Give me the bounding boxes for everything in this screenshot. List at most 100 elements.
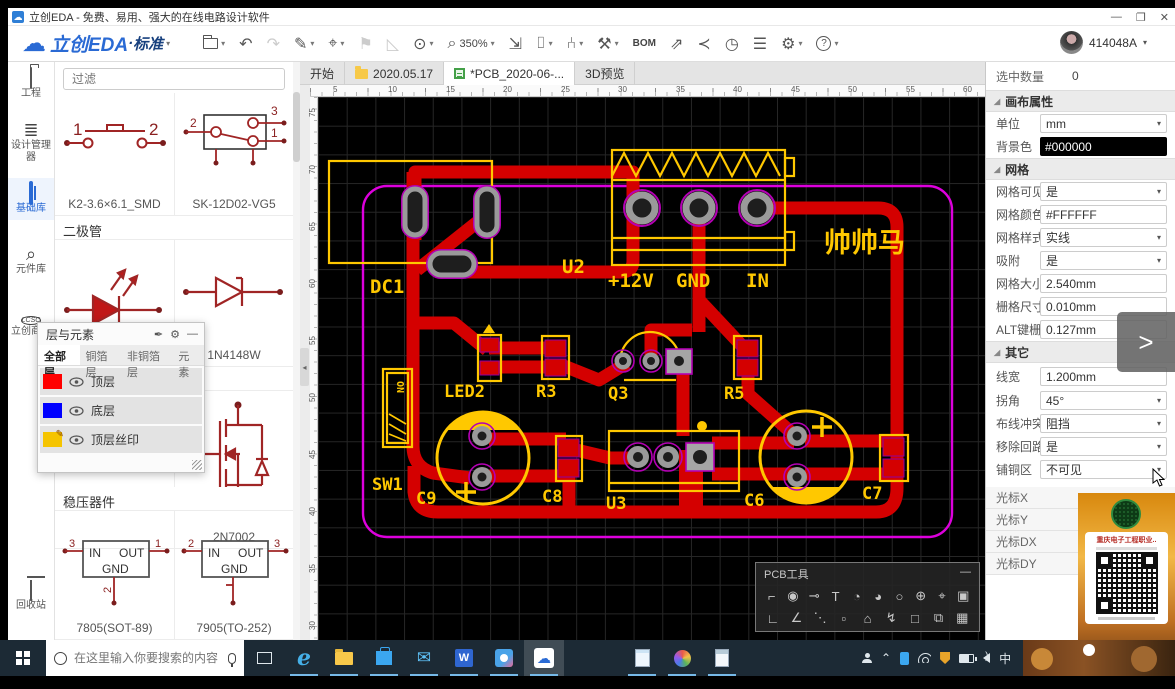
layer-color-swatch[interactable]: ✎ bbox=[43, 432, 62, 447]
solid-region-tool-icon[interactable]: ▫ bbox=[833, 608, 855, 628]
grid-visible-select[interactable]: 是▾ bbox=[1040, 182, 1167, 201]
import-button[interactable]: ⇲ bbox=[509, 34, 522, 54]
silkscreen-text-brand[interactable]: 帅帅马 bbox=[824, 228, 905, 259]
tab-copper-layers[interactable]: 铜箔层 bbox=[80, 345, 122, 365]
circle-tool-icon[interactable]: ○ bbox=[890, 586, 909, 606]
draw-menu-button[interactable]: ✎▾ bbox=[294, 34, 314, 54]
panel-resize-grip[interactable] bbox=[192, 460, 202, 470]
panelize-tool-icon[interactable]: ▦ bbox=[951, 608, 973, 628]
tab-project-folder[interactable]: 2020.05.17 bbox=[345, 62, 444, 85]
usb-tray-icon[interactable] bbox=[900, 652, 909, 665]
panel-collapse-handle[interactable]: ◂ bbox=[300, 348, 309, 386]
image-tool-icon[interactable]: ▣ bbox=[954, 586, 973, 606]
unit-select[interactable]: mm▾ bbox=[1040, 114, 1167, 133]
snapshot-menu-button[interactable]: ⌷▾ bbox=[536, 35, 553, 53]
remove-loop-select[interactable]: 是▾ bbox=[1040, 437, 1167, 456]
layers-settings-gear-icon[interactable]: ⚙ bbox=[170, 328, 180, 341]
group-tool-icon[interactable]: ⧉ bbox=[928, 608, 950, 628]
tab-start[interactable]: 开始 bbox=[300, 62, 345, 85]
filter-input[interactable] bbox=[63, 68, 285, 90]
tab-pcb-document[interactable]: *PCB_2020-06-... bbox=[444, 62, 575, 85]
maximize-button[interactable]: ❐ bbox=[1136, 11, 1146, 24]
ref-c9[interactable]: C9 bbox=[416, 489, 436, 509]
tab-noncopper-layers[interactable]: 非铜箔层 bbox=[121, 345, 172, 365]
cutout-tool-icon[interactable]: ↯ bbox=[880, 608, 902, 628]
origin-menu-button[interactable]: ⌖▾ bbox=[328, 35, 344, 53]
rect-tool-icon[interactable]: □ bbox=[904, 608, 926, 628]
taskbar-app-notepad[interactable] bbox=[622, 640, 662, 676]
redo-button[interactable]: ↷ bbox=[267, 34, 280, 54]
file-menu-button[interactable]: ▾ bbox=[203, 38, 225, 49]
dimension-tool-icon[interactable]: ⌖ bbox=[932, 586, 951, 606]
via-tool-icon[interactable]: ⊸ bbox=[805, 586, 824, 606]
ref-led2[interactable]: LED2 bbox=[444, 382, 485, 402]
battery-tray-icon[interactable] bbox=[959, 654, 974, 663]
component-7905[interactable]: IN OUT GND 2 3 7905(TO-252) bbox=[174, 511, 293, 639]
layer-manager-button[interactable]: ☰ bbox=[753, 34, 767, 54]
undo-button[interactable]: ↶ bbox=[239, 34, 252, 54]
security-tray-icon[interactable] bbox=[940, 652, 950, 664]
taskbar-app-mail[interactable]: ✉ bbox=[404, 640, 444, 676]
snap-select[interactable]: 是▾ bbox=[1040, 251, 1167, 270]
taskbar-app-edge[interactable]: e bbox=[284, 640, 324, 676]
tab-3d-preview[interactable]: 3D预览 bbox=[575, 62, 635, 85]
copper-area-select[interactable]: 不可见▾ bbox=[1040, 460, 1167, 479]
tools-menu-button[interactable]: ⚒▾ bbox=[597, 34, 618, 54]
ref-sw1[interactable]: SW1 bbox=[372, 475, 403, 495]
grid-size-input[interactable]: 2.540mm bbox=[1040, 274, 1167, 293]
net-12v[interactable]: +12V bbox=[608, 270, 654, 292]
measure-button[interactable]: ◺ bbox=[387, 34, 399, 54]
pin-panel-icon[interactable]: ✒ bbox=[154, 328, 163, 341]
grid-color-input[interactable]: #FFFFFF bbox=[1040, 205, 1167, 224]
settings-menu-button[interactable]: ⚙▾ bbox=[781, 34, 802, 54]
text-tool-icon[interactable]: T bbox=[826, 586, 845, 606]
speaker-tray-icon[interactable] bbox=[983, 653, 990, 663]
ref-r3[interactable]: R3 bbox=[536, 382, 556, 402]
layer-row-bottom[interactable]: 底层 bbox=[40, 397, 202, 424]
polygon-tool-icon[interactable]: ⌂ bbox=[857, 608, 879, 628]
routing-conflict-select[interactable]: 阻挡▾ bbox=[1040, 414, 1167, 433]
layer-color-swatch[interactable] bbox=[43, 403, 62, 418]
section-grid[interactable]: ◢网格 bbox=[986, 158, 1175, 180]
ref-dc1[interactable]: DC1 bbox=[370, 276, 404, 298]
taskbar-app-lceda[interactable]: ☁ bbox=[524, 640, 564, 676]
component-7805[interactable]: IN OUT GND 3 1 2 7805(SOT-89) bbox=[55, 511, 174, 639]
ref-u3[interactable]: U3 bbox=[606, 494, 626, 514]
taskbar-app-calculator[interactable] bbox=[702, 640, 742, 676]
minimize-panel-icon[interactable]: — bbox=[187, 328, 198, 340]
visibility-eye-icon[interactable] bbox=[69, 377, 84, 387]
brand-logo[interactable]: ☁ 立创EDA · 标准 ▾ bbox=[22, 29, 170, 58]
library-scrollbar-thumb[interactable] bbox=[293, 92, 300, 162]
background-color-swatch[interactable]: #000000 bbox=[1040, 137, 1167, 156]
panel-expand-button[interactable]: > bbox=[1117, 312, 1175, 372]
taskbar-search-input[interactable] bbox=[74, 651, 221, 665]
corner-angle-select[interactable]: 45°▾ bbox=[1040, 391, 1167, 410]
taskbar-app-explorer[interactable] bbox=[324, 640, 364, 676]
grid-style-select[interactable]: 实线▾ bbox=[1040, 228, 1167, 247]
wifi-tray-icon[interactable] bbox=[918, 653, 931, 663]
pad-tool-icon[interactable]: ◉ bbox=[783, 586, 802, 606]
center-arc-tool-icon[interactable]: ◕ bbox=[868, 586, 887, 606]
sidebar-item-project[interactable]: 工程 bbox=[8, 68, 54, 100]
task-view-button[interactable] bbox=[244, 640, 284, 676]
component-k2-switch[interactable]: 1 2 K2-3.6×6.1_SMD bbox=[55, 93, 174, 215]
help-menu-button[interactable]: ?▾ bbox=[816, 36, 838, 51]
people-tray-icon[interactable] bbox=[862, 653, 872, 663]
tray-chevron-icon[interactable]: ⌃ bbox=[881, 651, 891, 665]
net-in[interactable]: IN bbox=[746, 270, 769, 292]
user-account[interactable]: 414048A ▾ bbox=[1060, 31, 1147, 54]
zoom-control[interactable]: ⌕350%▾ bbox=[448, 35, 495, 53]
netlist-menu-button[interactable]: ⑃▾ bbox=[567, 35, 584, 53]
sidebar-item-trash[interactable]: 回收站 bbox=[8, 580, 54, 612]
minimize-button[interactable]: — bbox=[1111, 11, 1122, 23]
tab-all-layers[interactable]: 全部层 bbox=[38, 345, 80, 365]
ref-r5[interactable]: R5 bbox=[724, 384, 744, 404]
sidebar-item-design-manager[interactable]: ≣ 设计管理器 bbox=[8, 120, 54, 164]
sidebar-item-parts-library[interactable]: ⌕ 元件库 bbox=[8, 244, 54, 276]
section-canvas-attrs[interactable]: ◢画布属性 bbox=[986, 90, 1175, 112]
close-button[interactable]: ✕ bbox=[1160, 11, 1169, 24]
pcb-canvas[interactable]: DC1 U2 +12V GND IN 帅帅马 LED2 R3 Q3 R5 SW1… bbox=[318, 97, 985, 640]
layer-row-top-silk[interactable]: ✎ 顶层丝印 bbox=[40, 426, 202, 453]
export-button[interactable]: ⇗ bbox=[670, 34, 683, 54]
angle-tool-icon[interactable]: ∠ bbox=[786, 608, 808, 628]
